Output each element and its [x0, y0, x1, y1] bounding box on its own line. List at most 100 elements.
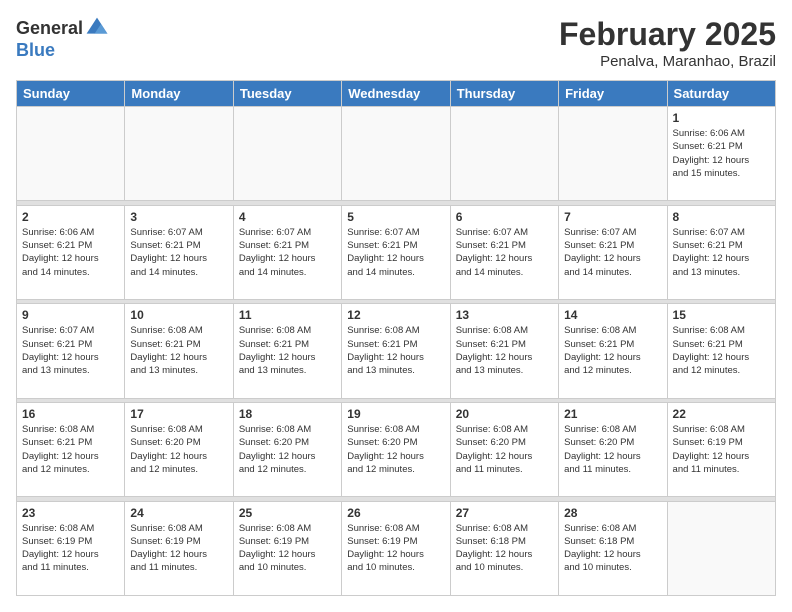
calendar-cell-w2-d3: 12 Sunrise: 6:08 AM Sunset: 6:21 PM Dayli…: [342, 304, 450, 398]
week-row-2: 9Sunrise: 6:07 AM Sunset: 6:21 PM Daylig…: [17, 304, 776, 398]
calendar-cell-w2-d2: 11 Sunrise: 6:08 AM Sunset: 6:21 PM Dayli…: [233, 304, 341, 398]
week-row-1: 2 Sunrise: 6:06 AM Sunset: 6:21 PM Daylig…: [17, 205, 776, 299]
calendar-cell-w0-d3: [342, 107, 450, 201]
calendar-cell-w4-d1: 24 Sunrise: 6:08 AM Sunset: 6:19 PM Dayli…: [125, 501, 233, 595]
calendar-cell-w4-d4: 27Sunrise: 6:08 AM Sunset: 6:18 PM Dayli…: [450, 501, 558, 595]
calendar-cell-w1-d6: 8 Sunrise: 6:07 AM Sunset: 6:21 PM Daylig…: [667, 205, 775, 299]
day-number: 20: [456, 407, 553, 421]
calendar-cell-w3-d5: 21 Sunrise: 6:08 AM Sunset: 6:20 PM Dayli…: [559, 402, 667, 496]
day-number: 23: [22, 506, 119, 520]
location: Penalva, Maranhao, Brazil: [559, 53, 776, 70]
day-info: Sunrise: 6:08 AM Sunset: 6:21 PM Dayligh…: [347, 324, 444, 377]
day-number: 21: [564, 407, 661, 421]
day-info: Sunrise: 6:08 AM Sunset: 6:20 PM Dayligh…: [456, 423, 553, 476]
calendar-cell-w0-d5: [559, 107, 667, 201]
day-info: Sunrise: 6:08 AM Sunset: 6:21 PM Dayligh…: [456, 324, 553, 377]
day-number: 7: [564, 210, 661, 224]
calendar-cell-w1-d3: 5 Sunrise: 6:07 AM Sunset: 6:21 PM Daylig…: [342, 205, 450, 299]
calendar-cell-w2-d1: 10 Sunrise: 6:08 AM Sunset: 6:21 PM Dayli…: [125, 304, 233, 398]
calendar-cell-w1-d4: 6Sunrise: 6:07 AM Sunset: 6:21 PM Daylig…: [450, 205, 558, 299]
calendar-cell-w3-d0: 16 Sunrise: 6:08 AM Sunset: 6:21 PM Dayli…: [17, 402, 125, 496]
calendar-cell-w4-d0: 23 Sunrise: 6:08 AM Sunset: 6:19 PM Dayli…: [17, 501, 125, 595]
calendar-cell-w0-d4: [450, 107, 558, 201]
day-number: 19: [347, 407, 444, 421]
calendar-cell-w0-d6: 1 Sunrise: 6:06 AM Sunset: 6:21 PM Daylig…: [667, 107, 775, 201]
day-info: Sunrise: 6:07 AM Sunset: 6:21 PM Dayligh…: [456, 226, 553, 279]
page: General Blue February 2025 Penalva, Mara…: [0, 0, 792, 612]
header-tuesday: Tuesday: [233, 81, 341, 107]
day-number: 27: [456, 506, 553, 520]
calendar-cell-w1-d0: 2 Sunrise: 6:06 AM Sunset: 6:21 PM Daylig…: [17, 205, 125, 299]
day-info: Sunrise: 6:07 AM Sunset: 6:21 PM Dayligh…: [564, 226, 661, 279]
header: General Blue February 2025 Penalva, Mara…: [16, 16, 776, 70]
day-number: 16: [22, 407, 119, 421]
calendar-cell-w0-d2: [233, 107, 341, 201]
calendar-cell-w1-d2: 4 Sunrise: 6:07 AM Sunset: 6:21 PM Daylig…: [233, 205, 341, 299]
calendar-cell-w0-d1: [125, 107, 233, 201]
title-section: February 2025 Penalva, Maranhao, Brazil: [559, 16, 776, 70]
calendar-cell-w0-d0: [17, 107, 125, 201]
day-number: 22: [673, 407, 770, 421]
day-info: Sunrise: 6:08 AM Sunset: 6:21 PM Dayligh…: [22, 423, 119, 476]
calendar-cell-w4-d3: 26Sunrise: 6:08 AM Sunset: 6:19 PM Dayli…: [342, 501, 450, 595]
day-number: 25: [239, 506, 336, 520]
day-number: 5: [347, 210, 444, 224]
day-info: Sunrise: 6:07 AM Sunset: 6:21 PM Dayligh…: [347, 226, 444, 279]
day-info: Sunrise: 6:08 AM Sunset: 6:18 PM Dayligh…: [564, 522, 661, 575]
week-row-0: 1 Sunrise: 6:06 AM Sunset: 6:21 PM Daylig…: [17, 107, 776, 201]
day-info: Sunrise: 6:07 AM Sunset: 6:21 PM Dayligh…: [239, 226, 336, 279]
header-wednesday: Wednesday: [342, 81, 450, 107]
day-info: Sunrise: 6:06 AM Sunset: 6:21 PM Dayligh…: [22, 226, 119, 279]
day-info: Sunrise: 6:08 AM Sunset: 6:19 PM Dayligh…: [22, 522, 119, 575]
day-info: Sunrise: 6:08 AM Sunset: 6:20 PM Dayligh…: [130, 423, 227, 476]
calendar-cell-w4-d6: [667, 501, 775, 595]
day-number: 11: [239, 308, 336, 322]
header-friday: Friday: [559, 81, 667, 107]
calendar-cell-w2-d6: 15 Sunrise: 6:08 AM Sunset: 6:21 PM Dayli…: [667, 304, 775, 398]
day-number: 1: [673, 111, 770, 125]
header-monday: Monday: [125, 81, 233, 107]
day-number: 12: [347, 308, 444, 322]
calendar-cell-w4-d5: 28Sunrise: 6:08 AM Sunset: 6:18 PM Dayli…: [559, 501, 667, 595]
day-info: Sunrise: 6:07 AM Sunset: 6:21 PM Dayligh…: [130, 226, 227, 279]
calendar-cell-w4-d2: 25 Sunrise: 6:08 AM Sunset: 6:19 PM Dayli…: [233, 501, 341, 595]
day-info: Sunrise: 6:07 AM Sunset: 6:21 PM Dayligh…: [22, 324, 119, 377]
day-number: 10: [130, 308, 227, 322]
day-number: 17: [130, 407, 227, 421]
day-number: 4: [239, 210, 336, 224]
calendar-cell-w3-d1: 17 Sunrise: 6:08 AM Sunset: 6:20 PM Dayli…: [125, 402, 233, 496]
calendar-header-row: Sunday Monday Tuesday Wednesday Thursday…: [17, 81, 776, 107]
day-info: Sunrise: 6:08 AM Sunset: 6:21 PM Dayligh…: [564, 324, 661, 377]
calendar-cell-w1-d1: 3 Sunrise: 6:07 AM Sunset: 6:21 PM Daylig…: [125, 205, 233, 299]
day-info: Sunrise: 6:08 AM Sunset: 6:19 PM Dayligh…: [347, 522, 444, 575]
day-info: Sunrise: 6:08 AM Sunset: 6:19 PM Dayligh…: [239, 522, 336, 575]
day-number: 24: [130, 506, 227, 520]
logo-icon: [85, 16, 109, 40]
day-info: Sunrise: 6:08 AM Sunset: 6:19 PM Dayligh…: [130, 522, 227, 575]
calendar-cell-w1-d5: 7 Sunrise: 6:07 AM Sunset: 6:21 PM Daylig…: [559, 205, 667, 299]
day-number: 14: [564, 308, 661, 322]
calendar-cell-w3-d3: 19Sunrise: 6:08 AM Sunset: 6:20 PM Dayli…: [342, 402, 450, 496]
header-thursday: Thursday: [450, 81, 558, 107]
day-info: Sunrise: 6:07 AM Sunset: 6:21 PM Dayligh…: [673, 226, 770, 279]
day-info: Sunrise: 6:08 AM Sunset: 6:21 PM Dayligh…: [130, 324, 227, 377]
day-info: Sunrise: 6:08 AM Sunset: 6:21 PM Dayligh…: [239, 324, 336, 377]
logo-general-text: General: [16, 18, 83, 39]
day-number: 3: [130, 210, 227, 224]
day-info: Sunrise: 6:08 AM Sunset: 6:21 PM Dayligh…: [673, 324, 770, 377]
day-info: Sunrise: 6:06 AM Sunset: 6:21 PM Dayligh…: [673, 127, 770, 180]
month-title: February 2025: [559, 16, 776, 53]
day-number: 15: [673, 308, 770, 322]
day-number: 18: [239, 407, 336, 421]
logo: General Blue: [16, 16, 109, 61]
week-row-3: 16 Sunrise: 6:08 AM Sunset: 6:21 PM Dayli…: [17, 402, 776, 496]
calendar-cell-w3-d4: 20 Sunrise: 6:08 AM Sunset: 6:20 PM Dayli…: [450, 402, 558, 496]
header-sunday: Sunday: [17, 81, 125, 107]
calendar-cell-w2-d5: 14 Sunrise: 6:08 AM Sunset: 6:21 PM Dayli…: [559, 304, 667, 398]
logo-blue-text: Blue: [16, 40, 55, 60]
calendar-cell-w2-d0: 9Sunrise: 6:07 AM Sunset: 6:21 PM Daylig…: [17, 304, 125, 398]
day-info: Sunrise: 6:08 AM Sunset: 6:20 PM Dayligh…: [564, 423, 661, 476]
day-number: 2: [22, 210, 119, 224]
logo-text: General Blue: [16, 16, 109, 61]
day-number: 8: [673, 210, 770, 224]
